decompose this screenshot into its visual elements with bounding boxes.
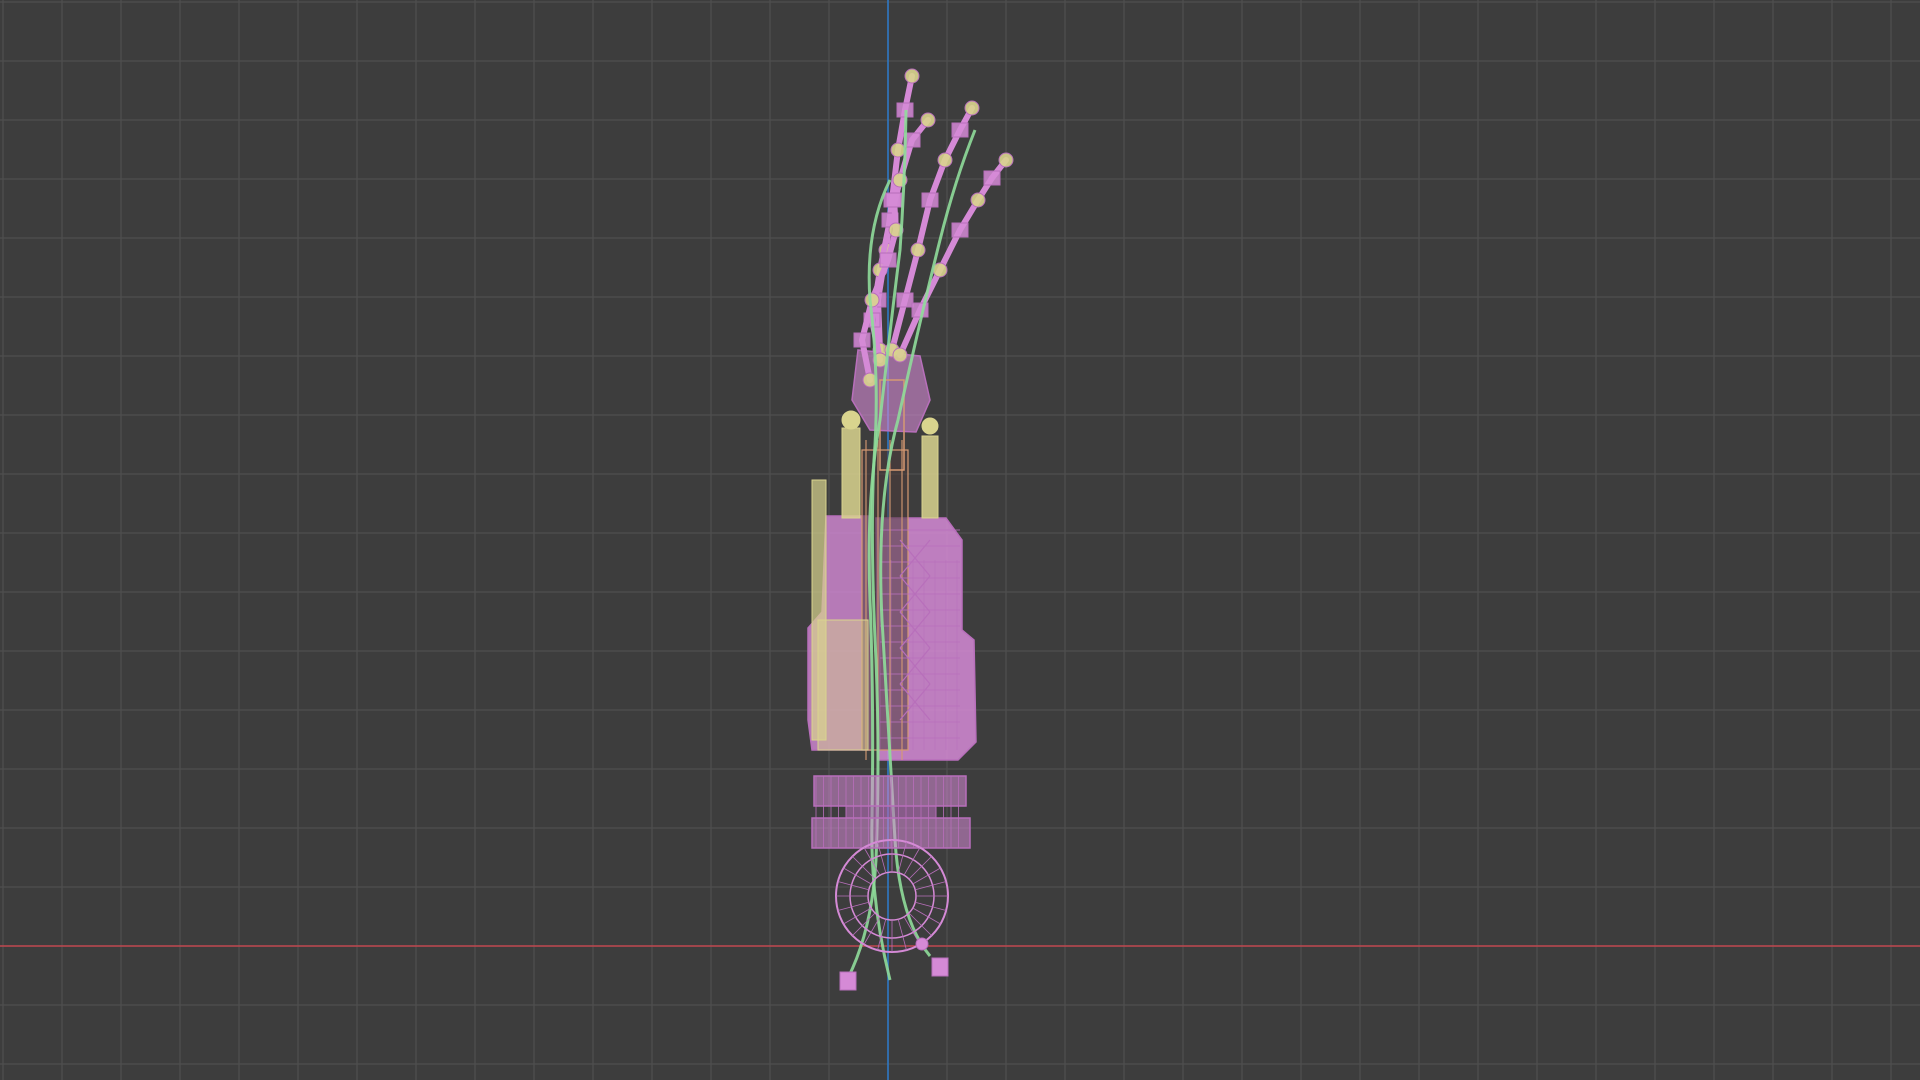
finger-joint xyxy=(998,152,1014,168)
joint-ball xyxy=(841,410,861,430)
3d-viewport[interactable] xyxy=(0,0,1920,1080)
finger-joint xyxy=(964,100,980,116)
finger-joint xyxy=(904,68,920,84)
finger-knuckle xyxy=(921,192,939,208)
disc-spoke xyxy=(915,881,947,891)
robotic-arm-wireframe-icon[interactable] xyxy=(0,0,1920,1080)
tube-connector xyxy=(839,971,857,991)
finger-joint xyxy=(910,242,926,258)
finger-knuckle xyxy=(983,170,1001,186)
disc-spoke xyxy=(912,867,941,885)
finger-knuckle xyxy=(879,252,897,268)
finger-joint xyxy=(892,347,908,363)
lower-tendon-block xyxy=(817,619,869,751)
tube-connector xyxy=(915,937,929,951)
disc-spoke xyxy=(843,867,872,885)
finger-joint xyxy=(890,142,906,158)
finger-knuckle xyxy=(885,192,903,208)
piston-right xyxy=(921,435,939,519)
disc-spoke xyxy=(897,919,907,951)
disc-spoke xyxy=(837,881,869,891)
joint-ball xyxy=(921,417,939,435)
disc-spoke xyxy=(837,901,869,911)
finger-knuckle xyxy=(951,222,969,238)
finger-knuckle xyxy=(853,332,871,348)
piston-left xyxy=(841,427,861,519)
finger-joint xyxy=(970,192,986,208)
finger-knuckle xyxy=(896,292,914,308)
finger-knuckle xyxy=(951,122,969,138)
disc-spoke xyxy=(903,847,921,876)
disc-spoke xyxy=(915,901,947,911)
tube-connector xyxy=(931,957,949,977)
finger-joint xyxy=(920,112,936,128)
finger-joint xyxy=(937,152,953,168)
disc-spoke xyxy=(912,907,941,925)
